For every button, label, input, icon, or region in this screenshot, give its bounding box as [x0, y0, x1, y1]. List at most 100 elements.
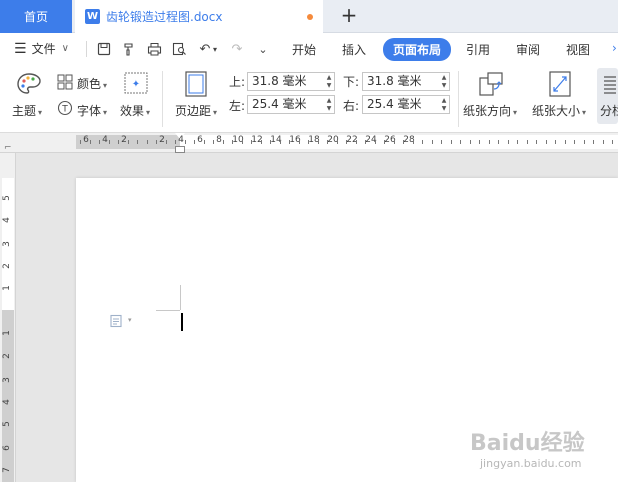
- redo-icon: ↷: [231, 41, 243, 57]
- ruler-number: 5: [1, 421, 12, 427]
- top-margin-input[interactable]: 31.8 毫米 ▲ ▼: [247, 72, 335, 91]
- ruler-number: 2: [1, 263, 12, 269]
- ruler-number: 2: [121, 135, 127, 145]
- ruler-tick: [99, 140, 100, 144]
- ribbon-page-layout: 主题 ▾ 颜色 ▾ T 字体 ▾ ✦ 效果 ▾ 页边距 ▾ 上: 31.8 毫米 ▲ ▼ 左:…: [0, 65, 618, 133]
- ruler-tick: [317, 140, 319, 144]
- colors-button[interactable]: 颜色 ▾: [77, 75, 107, 92]
- tab-start[interactable]: 开始: [292, 41, 316, 58]
- hamburger-icon: ☰: [14, 40, 27, 57]
- spinner-arrows-icon[interactable]: ▲ ▼: [326, 97, 332, 113]
- format-painter-icon[interactable]: [120, 40, 138, 58]
- ruler-tick: [241, 140, 243, 144]
- columns-button[interactable]: 分栏: [597, 68, 618, 124]
- tab-document[interactable]: W 齿轮锻造过程图.docx: [75, 0, 323, 33]
- ruler-tick: [526, 140, 528, 144]
- ruler-number: 6: [197, 135, 203, 145]
- ruler-number: 4: [1, 399, 12, 405]
- tab-page-layout[interactable]: 页面布局: [383, 38, 452, 61]
- ruler-tick: [127, 140, 129, 144]
- ruler-tick: [393, 140, 395, 144]
- tab-overflow[interactable]: ›: [612, 41, 617, 55]
- ruler-tick: [279, 140, 281, 144]
- top-margin-value: 31.8 毫米: [252, 74, 307, 88]
- margins-icon[interactable]: [185, 71, 207, 100]
- vertical-ruler[interactable]: 5 4 3 2 1 1 2 3 4 5 6 7: [0, 153, 16, 482]
- left-margin-value: 25.4 毫米: [252, 97, 307, 111]
- margin-corner-mark: [156, 310, 180, 311]
- paragraph-layout-icon[interactable]: [109, 314, 123, 331]
- ruler-tick: [469, 140, 471, 144]
- undo-dropdown-icon[interactable]: ▾: [210, 40, 220, 58]
- menu-bar: ☰ 文件 ∨ ↶ ▾ ↷ ⌄ 开始 插入 页面布局 引用 审阅 视图 ›: [0, 33, 618, 65]
- customize-toolbar-icon[interactable]: ⌄: [254, 40, 272, 58]
- margins-label: 页边距: [175, 104, 212, 118]
- ruler-tick: [165, 140, 167, 144]
- tab-stop-selector-icon[interactable]: ⌐: [4, 143, 12, 153]
- left-margin-label: 左:: [229, 99, 246, 113]
- svg-text:T: T: [61, 105, 68, 115]
- margin-corner-mark: [180, 285, 181, 310]
- orientation-button[interactable]: 纸张方向 ▾: [463, 102, 517, 119]
- ruler-tick: [431, 140, 433, 144]
- spinner-arrows-icon[interactable]: ▲ ▼: [441, 97, 447, 113]
- right-margin-input[interactable]: 25.4 毫米 ▲ ▼: [362, 95, 450, 114]
- ruler-tick: [355, 140, 357, 144]
- svg-text:✦: ✦: [132, 79, 140, 90]
- ruler-tick: [564, 140, 566, 144]
- paragraph-layout-dropdown-icon[interactable]: ▾: [128, 316, 132, 324]
- ruler-number: 7: [1, 467, 12, 473]
- save-icon[interactable]: [95, 40, 113, 58]
- effects-label: 效果: [120, 104, 145, 118]
- tab-insert[interactable]: 插入: [342, 41, 366, 58]
- ruler-tick: [545, 140, 547, 144]
- ruler-tick: [602, 140, 604, 144]
- print-preview-icon[interactable]: [170, 40, 188, 58]
- ruler-number: 8: [216, 135, 222, 145]
- horizontal-ruler[interactable]: ⌐ 6 4 2 2 4 6 8 10 12 14 16 18 20 22 24 26 28: [0, 133, 618, 153]
- ruler-number: 3: [1, 377, 12, 383]
- paper-size-button[interactable]: 纸张大小 ▾: [532, 102, 586, 119]
- tab-review[interactable]: 审阅: [516, 41, 540, 58]
- orientation-icon[interactable]: [478, 71, 504, 100]
- ruler-tick: [156, 140, 157, 144]
- ruler-tick: [441, 140, 442, 144]
- spinner-arrows-icon[interactable]: ▲ ▼: [326, 74, 332, 90]
- tab-view[interactable]: 视图: [566, 41, 590, 58]
- theme-button[interactable]: 主题 ▾: [12, 102, 42, 119]
- fonts-button[interactable]: 字体 ▾: [77, 102, 107, 119]
- palette-icon[interactable]: [16, 72, 42, 99]
- ruler-tick: [412, 140, 414, 144]
- right-margin-label: 右:: [343, 99, 360, 113]
- ruler-tick: [222, 140, 224, 144]
- ruler-tick: [89, 140, 91, 144]
- ruler-number: 1: [1, 285, 12, 291]
- left-indent-marker[interactable]: [175, 146, 185, 153]
- ruler-content-area: [180, 135, 618, 149]
- bottom-margin-input[interactable]: 31.8 毫米 ▲ ▼: [362, 72, 450, 91]
- ruler-tick: [80, 140, 81, 144]
- watermark-site: jingyan.baidu.com: [480, 457, 582, 470]
- print-icon[interactable]: [145, 40, 163, 58]
- tab-home[interactable]: 首页: [0, 0, 72, 33]
- font-scheme-icon: T: [57, 100, 73, 119]
- new-tab-button[interactable]: +: [338, 4, 360, 26]
- top-margin-label: 上:: [229, 75, 246, 89]
- tab-references[interactable]: 引用: [466, 41, 490, 58]
- effects-button[interactable]: 效果 ▾: [120, 102, 150, 119]
- paper-size-label: 纸张大小: [532, 104, 581, 118]
- ruler-number: 4: [1, 217, 12, 223]
- ruler-tick: [583, 140, 585, 144]
- right-margin-value: 25.4 毫米: [367, 97, 422, 111]
- file-menu-button[interactable]: ☰ 文件 ∨: [14, 40, 69, 57]
- ruler-tick: [146, 140, 148, 144]
- ruler-tick: [336, 140, 338, 144]
- left-margin-input[interactable]: 25.4 毫米 ▲ ▼: [247, 95, 335, 114]
- ruler-number: 4: [178, 135, 184, 145]
- ruler-tick: [517, 140, 518, 144]
- tab-bar: 首页 W 齿轮锻造过程图.docx +: [0, 0, 618, 33]
- spinner-arrows-icon[interactable]: ▲ ▼: [441, 74, 447, 90]
- ruler-number: 3: [1, 241, 12, 247]
- paper-size-icon[interactable]: [549, 71, 571, 100]
- margins-button[interactable]: 页边距 ▾: [175, 102, 217, 119]
